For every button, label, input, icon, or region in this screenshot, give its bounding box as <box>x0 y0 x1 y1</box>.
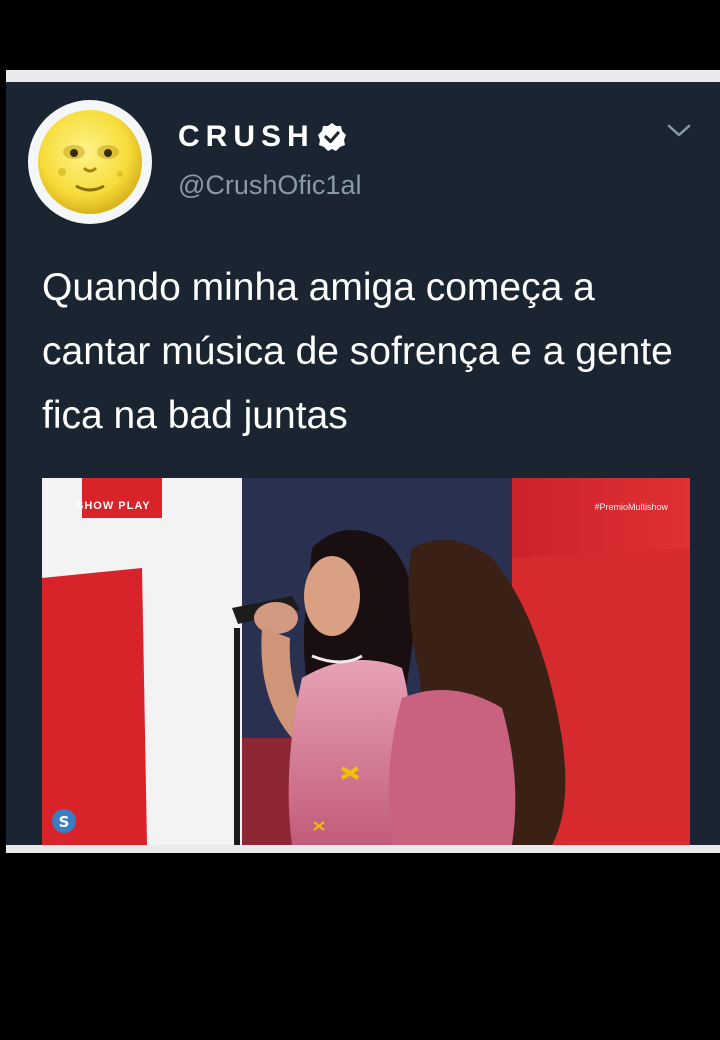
bottom-divider <box>6 845 720 853</box>
verified-badge-icon <box>317 123 346 151</box>
tweet-text: Quando minha amiga começa a cantar músic… <box>42 266 673 437</box>
tweet-card[interactable]: CRUSH @CrushOfic1al Quando minha amiga c… <box>6 82 720 845</box>
broadcast-watermark: #PremioMultishow <box>594 502 668 512</box>
screenshot-canvas: CRUSH @CrushOfic1al Quando minha amiga c… <box>0 0 720 1040</box>
avatar[interactable] <box>28 100 152 224</box>
broadcast-tag: SHOW PLAY <box>76 500 151 512</box>
display-name[interactable]: CRUSH <box>178 120 315 154</box>
author-handle[interactable]: @CrushOfic1al <box>178 170 361 201</box>
author-name-row[interactable]: CRUSH <box>178 120 347 154</box>
chevron-down-icon[interactable] <box>666 118 692 144</box>
concert-photo: S <box>42 478 690 845</box>
corner-badge-text: S <box>59 813 70 831</box>
tweet-media-image[interactable]: S SHOW PLAY #PremioMultishow <box>42 478 690 845</box>
moon-face-icon <box>38 110 142 214</box>
top-divider <box>6 70 720 82</box>
